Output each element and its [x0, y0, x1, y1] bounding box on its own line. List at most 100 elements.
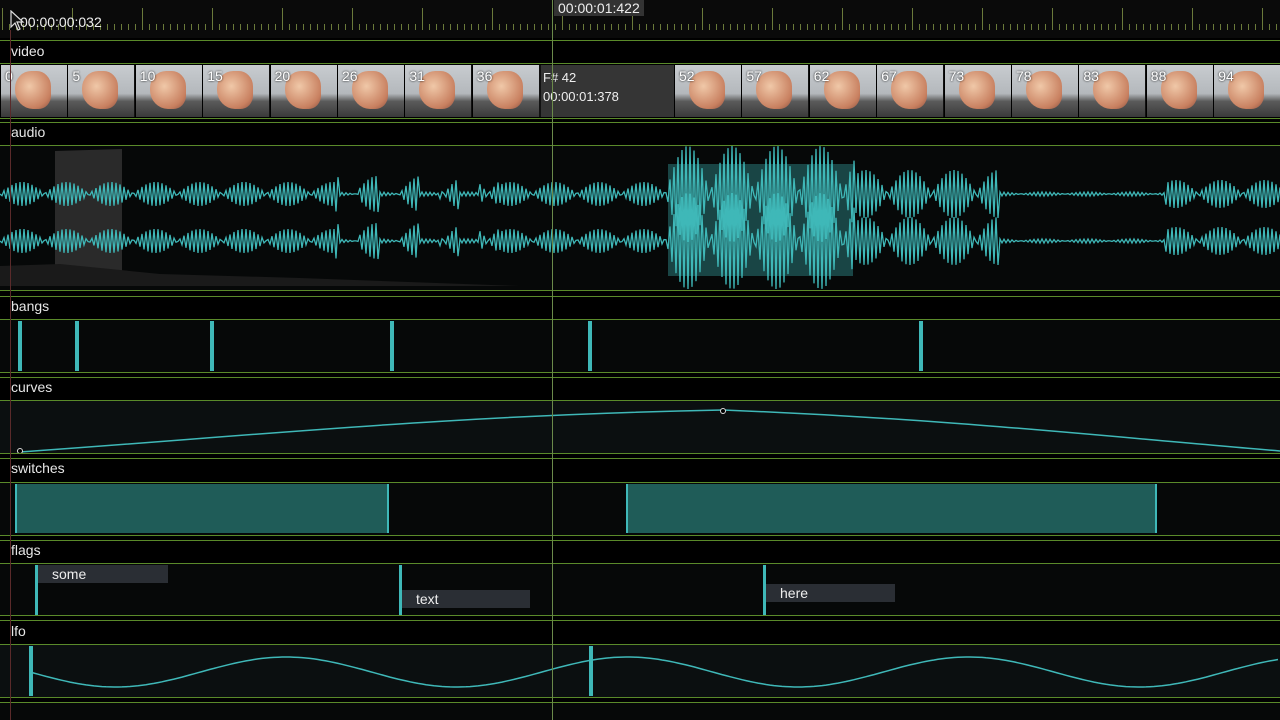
- video-frame-thumbnail[interactable]: 15: [202, 65, 270, 117]
- ruler-tick: [1080, 24, 1081, 30]
- ruler-tick: [1122, 8, 1123, 30]
- video-frame-thumbnail[interactable]: 62: [808, 65, 876, 117]
- track-label-flags[interactable]: flags: [11, 542, 41, 558]
- ruler-tick: [835, 24, 836, 30]
- bang-marker[interactable]: [919, 321, 923, 371]
- ruler-tick: [247, 24, 248, 30]
- track-label-bangs[interactable]: bangs: [11, 298, 49, 314]
- ruler-tick: [275, 24, 276, 30]
- ruler-tick: [933, 24, 934, 30]
- ruler-tick: [499, 24, 500, 30]
- ruler-tick: [625, 24, 626, 30]
- ruler-tick: [1031, 24, 1032, 30]
- track-label-switches[interactable]: switches: [11, 460, 65, 476]
- ruler-tick: [520, 24, 521, 30]
- ruler-tick: [667, 24, 668, 30]
- ruler-tick: [877, 24, 878, 30]
- in-point-marker[interactable]: [10, 30, 11, 720]
- ruler-tick: [940, 24, 941, 30]
- bangs-lane[interactable]: [0, 320, 1280, 372]
- ruler-tick: [128, 24, 129, 30]
- ruler-tick: [1150, 24, 1151, 30]
- ruler-tick: [513, 24, 514, 30]
- ruler-tick: [1052, 8, 1053, 30]
- frame-number: 26: [342, 68, 358, 84]
- video-frame-thumbnail[interactable]: 67: [876, 65, 944, 117]
- ruler-tick: [1066, 24, 1067, 30]
- bang-marker[interactable]: [390, 321, 394, 371]
- ruler-tick: [184, 24, 185, 30]
- curve-keyframe[interactable]: [17, 448, 23, 454]
- ruler-tick: [828, 24, 829, 30]
- ruler-tick: [1087, 24, 1088, 30]
- ruler-tick: [107, 24, 108, 30]
- video-frame-thumbnail[interactable]: 31: [404, 65, 472, 117]
- ruler-tick: [1185, 24, 1186, 30]
- video-frame-thumbnail[interactable]: 88: [1145, 65, 1213, 117]
- frame-number: 31: [409, 68, 425, 84]
- separator: [0, 296, 1280, 297]
- ruler-tick: [1073, 24, 1074, 30]
- ruler-tick: [2, 8, 3, 30]
- flag-label[interactable]: some: [38, 565, 168, 583]
- video-frame-thumbnail[interactable]: 78: [1011, 65, 1078, 117]
- separator: [0, 290, 1280, 291]
- ruler-tick: [352, 8, 353, 30]
- video-frame-thumbnail[interactable]: 94: [1213, 65, 1280, 117]
- bang-marker[interactable]: [75, 321, 79, 371]
- ruler-tick: [1248, 24, 1249, 30]
- ruler-tick: [121, 24, 122, 30]
- track-label-lfo[interactable]: lfo: [11, 623, 26, 639]
- video-frame-thumbnail[interactable]: 73: [943, 65, 1011, 117]
- video-frame-thumbnail[interactable]: 5: [67, 65, 135, 117]
- ruler-tick: [709, 24, 710, 30]
- ruler-tick: [814, 24, 815, 30]
- switch-region[interactable]: [15, 484, 389, 533]
- video-frame-thumbnail[interactable]: 26: [337, 65, 404, 117]
- lfo-waveform: [29, 656, 1279, 688]
- bang-marker[interactable]: [588, 321, 592, 371]
- ruler-tick: [646, 24, 647, 30]
- separator: [0, 453, 1280, 454]
- ruler-tick: [681, 24, 682, 30]
- track-label-audio[interactable]: audio: [11, 124, 45, 140]
- playhead[interactable]: [552, 0, 553, 720]
- ruler-tick: [996, 24, 997, 30]
- video-frame-thumbnail[interactable]: 36: [471, 65, 539, 117]
- frame-number: 73: [948, 68, 965, 84]
- separator: [0, 377, 1280, 378]
- bang-marker[interactable]: [18, 321, 22, 371]
- ruler-tick: [1038, 24, 1039, 30]
- ruler-tick: [324, 24, 325, 30]
- timeline-ruler[interactable]: 00:00:00:032 00:00:01:422: [0, 0, 1280, 38]
- video-frame-thumbnail[interactable]: 10: [134, 65, 202, 117]
- ruler-tick: [429, 24, 430, 30]
- lfo-marker[interactable]: [29, 646, 33, 696]
- video-frame-thumbnail[interactable]: 57: [741, 65, 809, 117]
- colors-lane[interactable]: [0, 703, 1280, 720]
- curve-keyframe[interactable]: [720, 408, 726, 414]
- flag-label[interactable]: here: [766, 584, 895, 602]
- playhead-timecode: 00:00:01:422: [554, 0, 644, 16]
- flag-label[interactable]: text: [402, 590, 530, 608]
- ruler-tick: [366, 24, 367, 30]
- track-label-video[interactable]: video: [11, 43, 44, 59]
- ruler-tick: [1192, 8, 1193, 30]
- ruler-tick: [422, 8, 423, 30]
- ruler-tick: [1241, 24, 1242, 30]
- lfo-marker[interactable]: [589, 646, 593, 696]
- video-frame-thumbnail[interactable]: 52: [674, 65, 741, 117]
- frame-number: 10: [139, 68, 156, 84]
- bang-marker[interactable]: [210, 321, 214, 371]
- switch-region[interactable]: [626, 484, 1157, 533]
- flags-lane[interactable]: [0, 564, 1280, 615]
- ruler-tick: [926, 24, 927, 30]
- ruler-tick: [716, 24, 717, 30]
- track-label-curves[interactable]: curves: [11, 379, 52, 395]
- video-frame-thumbnail[interactable]: 20: [269, 65, 337, 117]
- ruler-tick: [436, 24, 437, 30]
- separator: [0, 697, 1280, 698]
- frame-number: 88: [1150, 68, 1167, 84]
- frame-number: 0: [5, 68, 13, 84]
- video-frame-thumbnail[interactable]: 83: [1078, 65, 1146, 117]
